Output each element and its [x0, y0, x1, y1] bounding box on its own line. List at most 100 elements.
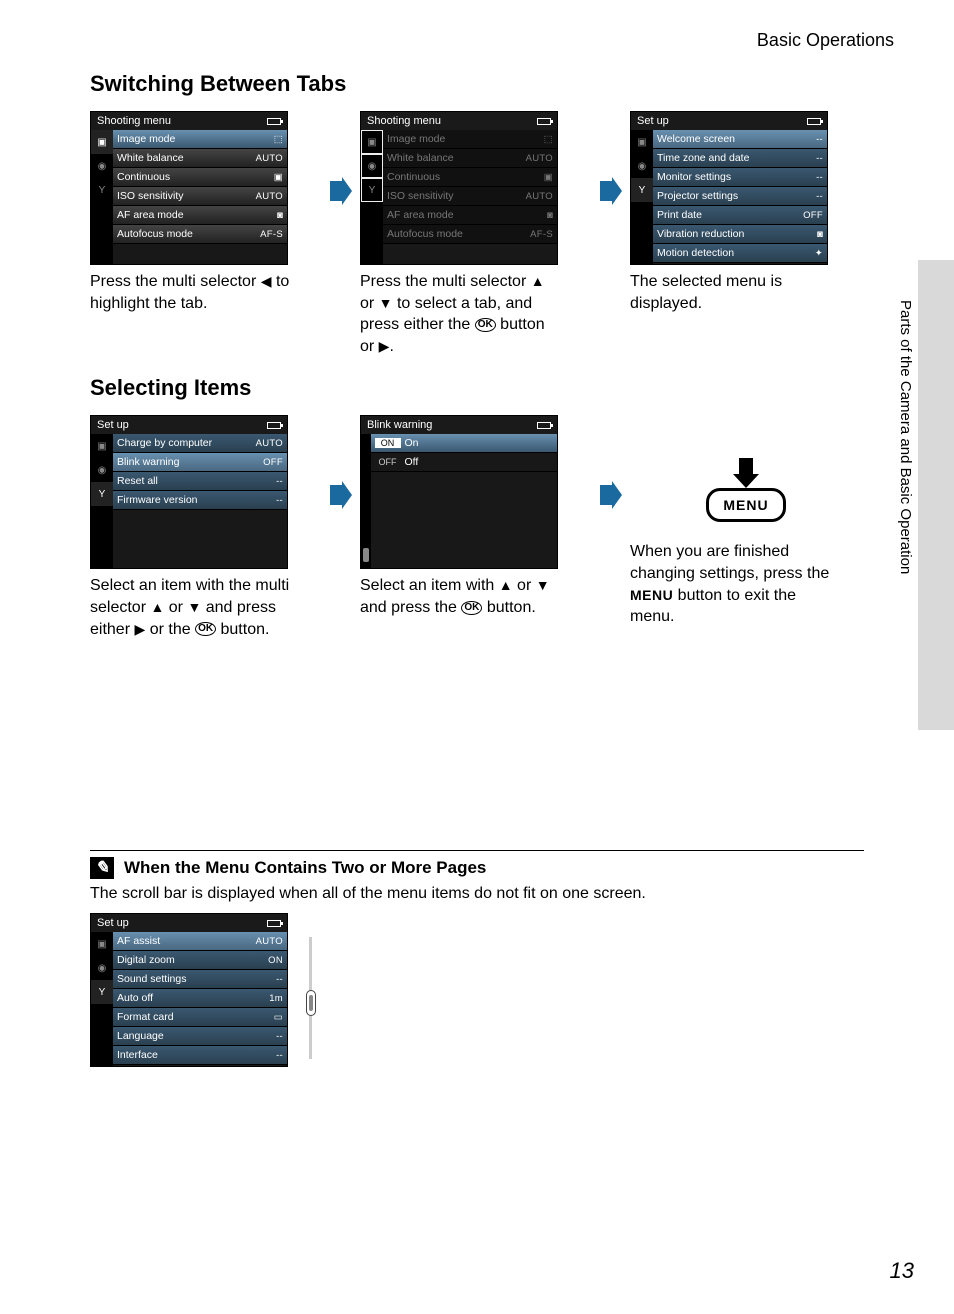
menu-row: Firmware version--: [113, 491, 287, 510]
caption-1-3: The selected menu is displayed.: [630, 271, 830, 314]
menu-row: Auto off1m: [113, 989, 287, 1008]
tab-wrench-icon: Y: [361, 178, 383, 202]
tab-wrench-icon: Y: [91, 482, 113, 506]
option-row: ONOn: [371, 434, 557, 453]
menu-row: AF assistAUTO: [113, 932, 287, 951]
tab-wrench-icon: Y: [91, 980, 113, 1004]
lcd-title: Set up: [97, 419, 129, 431]
menu-row: Charge by computerAUTO: [113, 434, 287, 453]
up-arrow-icon: ▲: [150, 599, 164, 615]
lcd-setup-2: Set up ▣ ◉ Y Charge by computerAUTOBlink…: [90, 415, 288, 569]
menu-row: Motion detection✦: [653, 244, 827, 263]
up-arrow-icon: ▲: [531, 273, 545, 289]
battery-icon: [267, 920, 281, 927]
ok-icon: OK: [461, 601, 482, 615]
battery-icon: [537, 422, 551, 429]
caption-2-2: Select an item with ▲ or ▼ and press the…: [360, 575, 560, 618]
menu-row: White balanceAUTO: [383, 149, 557, 168]
lcd-title: Set up: [97, 917, 129, 929]
caption-1-1: Press the multi selector ◀ to highlight …: [90, 271, 290, 314]
menu-row: Format card▭: [113, 1008, 287, 1027]
menu-row: Welcome screen--: [653, 130, 827, 149]
section-title-items: Selecting Items: [90, 375, 864, 401]
page-number: 13: [890, 1258, 914, 1284]
menu-row: Interface--: [113, 1046, 287, 1065]
lcd-shooting-2: Shooting menu ▣ ◉ Y Image mode⬚White bal…: [360, 111, 558, 265]
note-block: ✎ When the Menu Contains Two or More Pag…: [90, 850, 864, 1067]
lcd-setup-scroll: Set up ▣ ◉ Y AF assistAUTODigital zoomON…: [90, 913, 288, 1067]
up-arrow-icon: ▲: [499, 577, 513, 593]
menu-row: Autofocus modeAF-S: [113, 225, 287, 244]
menu-row: Print dateOFF: [653, 206, 827, 225]
tab-camera-icon: ▣: [631, 130, 653, 154]
side-tab: [918, 260, 954, 730]
menu-row: Sound settings--: [113, 970, 287, 989]
ok-icon: OK: [195, 622, 216, 636]
menu-row: Language--: [113, 1027, 287, 1046]
tab-camera-icon: ▣: [91, 932, 113, 956]
tab-camera-icon: ▣: [361, 130, 383, 154]
menu-row: Image mode⬚: [383, 130, 557, 149]
lcd-title: Blink warning: [367, 419, 432, 431]
menu-row: AF area mode◙: [383, 206, 557, 225]
menu-row: Continuous▣: [113, 168, 287, 187]
menu-row: AF area mode◙: [113, 206, 287, 225]
down-arrow-icon: ▼: [536, 577, 550, 593]
menu-row: Time zone and date--: [653, 149, 827, 168]
tab-camera-icon: ▣: [91, 434, 113, 458]
lcd-blink-warning: Blink warning ONOnOFFOff: [360, 415, 558, 569]
pencil-note-icon: ✎: [90, 857, 114, 879]
side-section-label: Parts of the Camera and Basic Operation: [897, 300, 914, 574]
tab-wrench-icon: Y: [631, 178, 653, 202]
left-arrow-icon: ◀: [261, 273, 272, 289]
battery-icon: [267, 422, 281, 429]
caption-1-2: Press the multi selector ▲ or ▼ to selec…: [360, 271, 560, 357]
down-arrow-icon: ▼: [379, 295, 393, 311]
down-arrow-icon: ▼: [187, 599, 201, 615]
note-title: When the Menu Contains Two or More Pages: [124, 858, 486, 878]
flow-arrow-icon: [600, 111, 622, 271]
tab-camera-icon: ▣: [91, 130, 113, 154]
caption-2-1: Select an item with the multi selector ▲…: [90, 575, 290, 640]
menu-row: White balanceAUTO: [113, 149, 287, 168]
tab-wrench-icon: Y: [91, 178, 113, 202]
menu-button-illustration: MENU: [696, 445, 796, 535]
right-arrow-icon: ▶: [379, 338, 390, 354]
tab-play-icon: ◉: [91, 956, 113, 980]
lcd-shooting-1: Shooting menu ▣ ◉ Y Image mode⬚White bal…: [90, 111, 288, 265]
menu-row: Projector settings--: [653, 187, 827, 206]
caption-2-3: When you are finished changing settings,…: [630, 541, 830, 627]
breadcrumb: Basic Operations: [90, 30, 894, 51]
tab-play-icon: ◉: [91, 458, 113, 482]
flow-arrow-icon: [330, 415, 352, 575]
items-row: Set up ▣ ◉ Y Charge by computerAUTOBlink…: [90, 415, 864, 640]
battery-icon: [267, 118, 281, 125]
ok-icon: OK: [475, 318, 496, 332]
lcd-title: Shooting menu: [97, 115, 171, 127]
battery-icon: [537, 118, 551, 125]
menu-row: Continuous▣: [383, 168, 557, 187]
lcd-title: Set up: [637, 115, 669, 127]
lcd-setup: Set up ▣ ◉ Y Welcome screen--Time zone a…: [630, 111, 828, 265]
menu-row: Vibration reduction◙: [653, 225, 827, 244]
lcd-title: Shooting menu: [367, 115, 441, 127]
scrollbar-callout-icon: [306, 990, 316, 1016]
menu-key-label: MENU: [706, 488, 785, 522]
menu-inline-label: MENU: [630, 587, 673, 603]
flow-arrow-icon: [600, 415, 622, 575]
option-row: OFFOff: [371, 453, 557, 472]
tab-play-icon: ◉: [361, 154, 383, 178]
menu-row: ISO sensitivityAUTO: [113, 187, 287, 206]
menu-row: ISO sensitivityAUTO: [383, 187, 557, 206]
right-arrow-icon: ▶: [134, 621, 145, 637]
tab-play-icon: ◉: [91, 154, 113, 178]
note-body: The scroll bar is displayed when all of …: [90, 885, 864, 903]
slider-icon: [361, 434, 371, 568]
menu-row: Blink warningOFF: [113, 453, 287, 472]
menu-row: Monitor settings--: [653, 168, 827, 187]
menu-row: Reset all--: [113, 472, 287, 491]
tab-play-icon: ◉: [631, 154, 653, 178]
flow-arrow-icon: [330, 111, 352, 271]
menu-row: Digital zoomON: [113, 951, 287, 970]
section-title-tabs: Switching Between Tabs: [90, 71, 864, 97]
